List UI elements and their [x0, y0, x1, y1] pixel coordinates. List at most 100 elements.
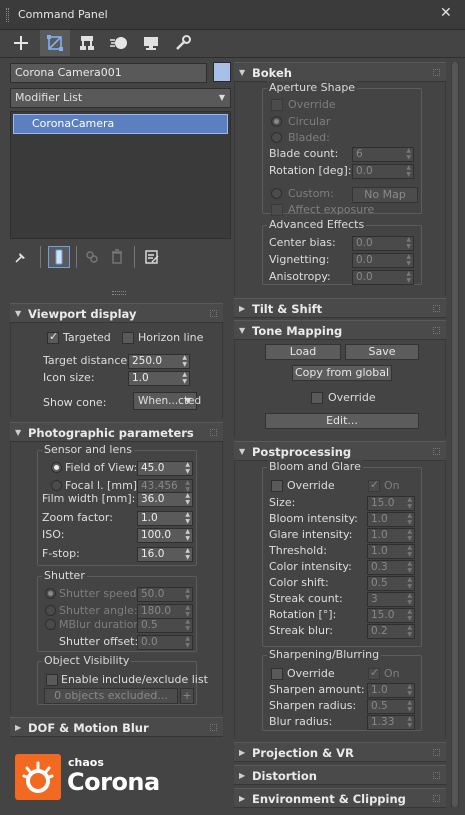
rollout-dof-motion-blur[interactable]: ▶ DOF & Motion Blur [10, 717, 223, 737]
spinner-arrows-icon[interactable]: ▲ ▼ [185, 635, 190, 649]
spinner-arrows-icon[interactable]: ▲ ▼ [407, 544, 412, 558]
mblur-duration-radio[interactable] [45, 619, 56, 630]
motion-icon[interactable] [104, 30, 134, 56]
streak-blur-spinner[interactable]: 0.2 ▲ ▼ [367, 624, 415, 639]
remove-modifier-icon[interactable] [110, 249, 124, 268]
resize-grip-icon[interactable] [112, 291, 126, 295]
display-icon[interactable] [136, 30, 166, 56]
rollout-tilt-shift[interactable]: ▶ Tilt & Shift [234, 298, 446, 318]
custom-radio[interactable] [271, 188, 282, 199]
rollout-tone-mapping[interactable]: ▼ Tone Mapping [234, 320, 446, 340]
spinner-arrows-icon[interactable]: ▲ ▼ [185, 604, 190, 618]
fstop-spinner[interactable]: 16.0 ▲ ▼ [137, 547, 193, 562]
show-cone-dropdown[interactable]: When...cted ▼ [133, 392, 201, 410]
drag-handle-icon[interactable] [210, 310, 217, 317]
spinner-arrows-icon[interactable]: ▲ ▼ [185, 528, 190, 542]
rollout-photographic-parameters[interactable]: ▼ Photographic parameters [10, 422, 223, 442]
drag-handle-icon[interactable] [433, 448, 440, 455]
drag-handle-icon[interactable] [433, 305, 440, 312]
drag-handle-icon[interactable] [210, 429, 217, 436]
color-shift-spinner[interactable]: 0.5 ▲ ▼ [367, 576, 415, 591]
load-button[interactable]: Load [265, 344, 341, 360]
circular-radio[interactable] [271, 116, 282, 127]
spinner-arrows-icon[interactable]: ▲ ▼ [407, 496, 412, 510]
scrollbar-thumb[interactable] [452, 62, 458, 807]
spinner-arrows-icon[interactable]: ▲ ▼ [185, 587, 190, 601]
icon-size-spinner[interactable]: 1.0 ▲ ▼ [128, 371, 190, 386]
create-icon[interactable] [6, 30, 36, 56]
sharpen-radius-spinner[interactable]: 0.5 ▲ ▼ [367, 699, 415, 714]
tone-override-checkbox[interactable] [311, 392, 323, 404]
zoom-factor-spinner[interactable]: 1.0 ▲ ▼ [137, 511, 193, 526]
iso-spinner[interactable]: 100.0 ▲ ▼ [137, 528, 193, 543]
stack-item-coronacamera[interactable]: CoronaCamera [13, 114, 228, 134]
sharpen-amount-spinner[interactable]: 1.0 ▲ ▼ [367, 683, 415, 698]
shutter-angle-radio[interactable] [45, 605, 56, 616]
shutter-offset-spinner[interactable]: 0.0 ▲ ▼ [137, 635, 193, 650]
spinner-arrows-icon[interactable]: ▲ ▼ [182, 354, 187, 368]
rollout-environment-clipping[interactable]: ▶ Environment & Clipping [234, 788, 446, 808]
spinner-arrows-icon[interactable]: ▲ ▼ [185, 461, 190, 475]
fov-radio[interactable] [51, 462, 62, 473]
shutter-angle-spinner[interactable]: 180.0 ▲ ▼ [137, 604, 193, 619]
spinner-arrows-icon[interactable]: ▲ ▼ [407, 592, 412, 606]
spinner-arrows-icon[interactable]: ▲ ▼ [407, 683, 412, 697]
bloom-intensity-spinner[interactable]: 1.0 ▲ ▼ [367, 512, 415, 527]
spinner-arrows-icon[interactable]: ▲ ▼ [407, 512, 412, 526]
color-intensity-spinner[interactable]: 0.3 ▲ ▼ [367, 560, 415, 575]
save-button[interactable]: Save [345, 344, 419, 360]
object-color-swatch[interactable] [213, 62, 231, 82]
sharpen-on-checkbox[interactable]: ✓ [368, 666, 380, 680]
spinner-arrows-icon[interactable]: ▲ ▼ [406, 236, 411, 250]
drag-handle-icon[interactable] [433, 795, 440, 802]
configure-sets-icon[interactable] [144, 249, 160, 268]
objects-excluded-button[interactable]: 0 objects excluded... [44, 688, 178, 704]
no-map-button[interactable]: No Map [352, 187, 418, 203]
include-exclude-checkbox[interactable] [46, 674, 58, 686]
scrollbar-track[interactable] [451, 62, 459, 807]
horizon-line-checkbox[interactable] [122, 332, 134, 344]
modify-icon[interactable] [40, 30, 70, 56]
copy-from-global-button[interactable]: Copy from global [292, 365, 392, 381]
spinner-arrows-icon[interactable]: ▲ ▼ [407, 624, 412, 638]
blade-count-spinner[interactable]: 6 ▲ ▼ [352, 147, 414, 162]
spinner-arrows-icon[interactable]: ▲ ▼ [185, 479, 190, 493]
drag-handle-icon[interactable] [433, 69, 440, 76]
modifier-list-dropdown[interactable]: Modifier List ▼ [10, 88, 231, 108]
spinner-arrows-icon[interactable]: ▲ ▼ [185, 511, 190, 525]
spinner-arrows-icon[interactable]: ▲ ▼ [182, 371, 187, 385]
center-bias-spinner[interactable]: 0.0 ▲ ▼ [352, 236, 414, 251]
spinner-arrows-icon[interactable]: ▲ ▼ [406, 253, 411, 267]
drag-grip-icon[interactable] [6, 8, 9, 22]
shutter-speed-radio[interactable] [45, 588, 56, 599]
anisotropy-spinner[interactable]: 0.0 ▲ ▼ [352, 270, 414, 285]
film-width-spinner[interactable]: 36.0 ▲ ▼ [137, 492, 193, 507]
show-end-result-icon[interactable] [48, 246, 70, 268]
spinner-arrows-icon[interactable]: ▲ ▼ [185, 492, 190, 506]
size-spinner[interactable]: 15.0 ▲ ▼ [367, 496, 415, 511]
rotation-spinner[interactable]: 0.0 ▲ ▼ [352, 164, 414, 179]
threshold-spinner[interactable]: 1.0 ▲ ▼ [367, 544, 415, 559]
spinner-arrows-icon[interactable]: ▲ ▼ [406, 164, 411, 178]
edit-button[interactable]: Edit... [265, 413, 419, 429]
drag-handle-icon[interactable] [433, 327, 440, 334]
pin-stack-icon[interactable] [14, 250, 28, 267]
drag-handle-icon[interactable] [433, 749, 440, 756]
spinner-arrows-icon[interactable]: ▲ ▼ [185, 547, 190, 561]
spinner-arrows-icon[interactable]: ▲ ▼ [407, 576, 412, 590]
spinner-arrows-icon[interactable]: ▲ ▼ [407, 699, 412, 713]
add-object-button[interactable]: + [180, 688, 194, 704]
targeted-checkbox[interactable]: ✓ [47, 330, 59, 344]
bladed-radio[interactable] [271, 132, 282, 143]
mblur-duration-spinner[interactable]: 0.5 ▲ ▼ [137, 618, 193, 633]
spinner-arrows-icon[interactable]: ▲ ▼ [407, 528, 412, 542]
rollout-bokeh[interactable]: ▼ Bokeh [234, 62, 446, 82]
streak-rotation-spinner[interactable]: 15.0 ▲ ▼ [367, 608, 415, 623]
target-distance-spinner[interactable]: 250.0 ▲ ▼ [128, 354, 190, 369]
utilities-icon[interactable] [168, 30, 198, 56]
spinner-arrows-icon[interactable]: ▲ ▼ [407, 608, 412, 622]
focal-length-radio[interactable] [51, 480, 62, 491]
spinner-arrows-icon[interactable]: ▲ ▼ [407, 715, 412, 729]
make-unique-icon[interactable] [84, 249, 100, 268]
blur-radius-spinner[interactable]: 1.33 ▲ ▼ [367, 715, 415, 730]
